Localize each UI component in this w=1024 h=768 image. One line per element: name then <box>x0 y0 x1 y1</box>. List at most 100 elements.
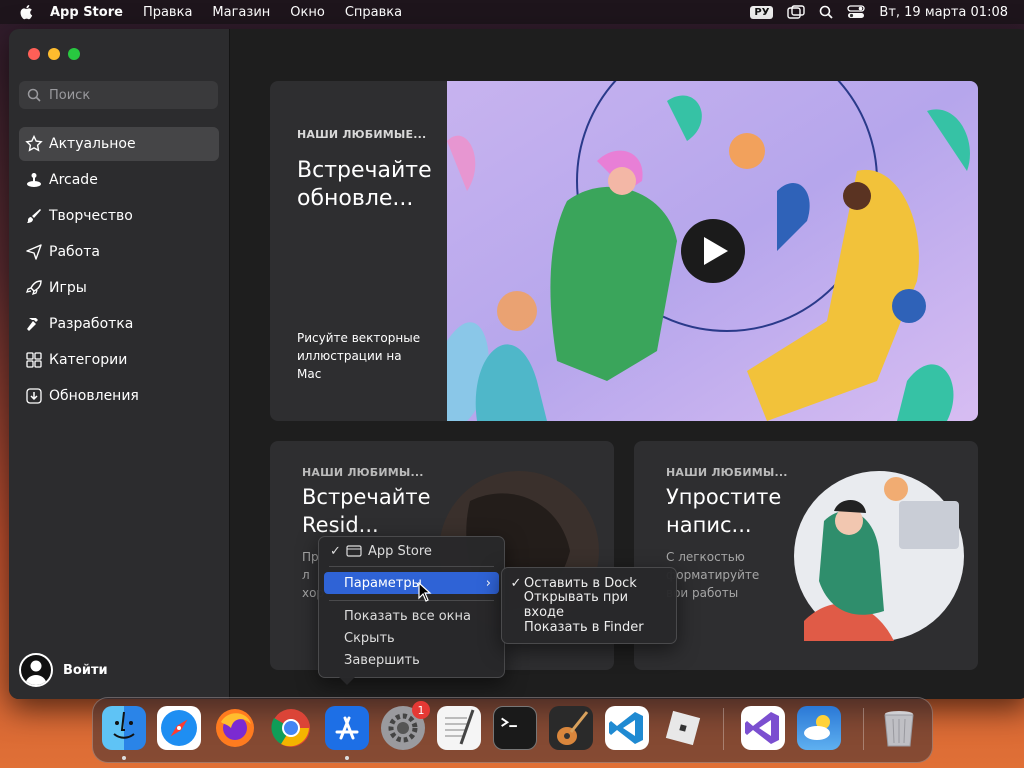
submenu-open-at-login[interactable]: Открывать при входе <box>508 590 670 620</box>
menu-separator <box>329 600 494 601</box>
sidebar-item-arcade[interactable]: Arcade <box>19 163 219 197</box>
hero-eyebrow: НАШИ ЛЮБИМЫЕ... <box>297 128 427 141</box>
sidebar-item-label: Обновления <box>49 388 139 404</box>
terminal-icon <box>501 717 517 728</box>
sidebar-item-categories[interactable]: Категории <box>19 343 219 377</box>
dock-safari[interactable] <box>157 706 201 750</box>
dock-visual-studio[interactable] <box>741 706 785 750</box>
dock-separator <box>723 708 724 750</box>
window-controls <box>28 48 80 60</box>
search-icon <box>27 88 41 102</box>
menu-item-label: Показать в Finder <box>524 619 644 635</box>
card-title: Встречайте Resid... <box>302 485 431 537</box>
apple-logo-icon[interactable] <box>18 3 36 21</box>
guitar-icon <box>557 711 589 745</box>
dock-chrome[interactable] <box>269 706 313 750</box>
menu-item-show-all-windows[interactable]: Показать все окна <box>324 605 499 627</box>
roblox-icon <box>665 710 701 746</box>
dock-garageband[interactable] <box>549 706 593 750</box>
dock-firefox[interactable] <box>213 706 257 750</box>
sign-in-button[interactable]: Войти <box>19 653 108 687</box>
menu-store[interactable]: Магазин <box>212 5 270 20</box>
sign-in-label: Войти <box>63 662 108 678</box>
sidebar-item-label: Arcade <box>49 172 98 188</box>
dock-vscode[interactable] <box>605 706 649 750</box>
close-button[interactable] <box>28 48 40 60</box>
options-submenu: ✓ Оставить в Dock Открывать при входе По… <box>501 567 677 644</box>
finder-face-icon <box>113 711 135 739</box>
sidebar-nav: Актуальное Arcade Творчество Работа Игры… <box>19 127 219 415</box>
hero-title: Встречайте обновле... <box>297 158 432 211</box>
sidebar-item-label: Актуальное <box>49 136 136 152</box>
chrome-icon <box>271 709 310 747</box>
running-indicator <box>345 756 349 760</box>
card-description: С легкостью форматируйте вои работы <box>666 550 760 600</box>
sidebar-item-label: Творчество <box>49 208 133 224</box>
menu-app-name[interactable]: App Store <box>50 5 123 20</box>
sidebar: Поиск Актуальное Arcade Творчество Работ… <box>9 29 230 699</box>
sidebar-item-updates[interactable]: Обновления <box>19 379 219 413</box>
menu-item-app-store[interactable]: ✓ App Store <box>324 540 499 562</box>
spotlight-icon[interactable] <box>819 5 834 19</box>
dock: 1 <box>92 697 933 763</box>
dock-finder[interactable] <box>102 706 146 750</box>
search-placeholder: Поиск <box>49 87 91 103</box>
hammer-icon <box>27 318 38 331</box>
dock-terminal[interactable] <box>493 706 537 750</box>
menu-item-options[interactable]: Параметры › <box>324 572 499 594</box>
brush-icon <box>27 209 41 223</box>
submenu-show-in-finder[interactable]: Показать в Finder <box>508 616 670 638</box>
sidebar-item-develop[interactable]: Разработка <box>19 307 219 341</box>
notification-badge: 1 <box>412 701 430 719</box>
sidebar-item-label: Игры <box>49 280 87 296</box>
window-icon <box>346 545 362 557</box>
menu-window[interactable]: Окно <box>290 5 325 20</box>
dock-trash[interactable] <box>877 706 921 750</box>
card-title: Упростите напис... <box>666 485 782 537</box>
textedit-icon <box>445 709 475 745</box>
user-silhouette-icon <box>25 660 47 685</box>
dock-system-settings[interactable]: 1 <box>381 701 430 750</box>
dock-separator <box>863 708 864 750</box>
window-switcher-icon[interactable] <box>787 5 806 19</box>
sidebar-item-work[interactable]: Работа <box>19 235 219 269</box>
control-center-icon[interactable] <box>847 5 866 19</box>
menu-item-hide[interactable]: Скрыть <box>324 627 499 649</box>
featured-card-writing[interactable]: НАШИ ЛЮБИМЫ... Упростите напис... С легк… <box>634 441 978 670</box>
joystick-icon <box>27 173 41 187</box>
menu-item-label: Завершить <box>344 652 420 668</box>
sidebar-item-label: Работа <box>49 244 100 260</box>
featured-hero-card[interactable]: НАШИ ЛЮБИМЫЕ... Встречайте обновле... Ри… <box>270 81 978 421</box>
star-icon <box>25 135 43 152</box>
vscode-icon <box>609 712 643 744</box>
checkmark-icon: ✓ <box>510 575 522 591</box>
hero-description: Рисуйте векторные иллюстрации на Mac <box>297 331 421 381</box>
menubar-clock[interactable]: Вт, 19 марта 01:08 <box>879 5 1008 20</box>
download-icon <box>26 388 42 404</box>
card-eyebrow: НАШИ ЛЮБИМЫ... <box>302 466 424 479</box>
dock-roblox[interactable] <box>661 706 705 750</box>
menu-separator <box>329 566 494 567</box>
menu-item-quit[interactable]: Завершить <box>324 649 499 671</box>
menu-help[interactable]: Справка <box>345 5 402 20</box>
menu-item-label: Скрыть <box>344 630 395 646</box>
menu-item-label: Показать все окна <box>344 608 472 624</box>
dock-weather[interactable] <box>797 706 841 750</box>
grid-icon <box>26 352 42 368</box>
sidebar-item-create[interactable]: Творчество <box>19 199 219 233</box>
dock-textedit[interactable] <box>437 706 481 750</box>
chevron-right-icon: › <box>485 575 491 591</box>
zoom-button[interactable] <box>68 48 80 60</box>
menu-bar: App Store Правка Магазин Окно Справка РУ… <box>0 0 1024 24</box>
sidebar-item-discover[interactable]: Актуальное <box>19 127 219 161</box>
dock-app-store[interactable] <box>325 706 369 750</box>
menu-edit[interactable]: Правка <box>143 5 192 20</box>
menu-item-label: App Store <box>368 543 432 559</box>
trash-icon <box>884 711 914 747</box>
menu-item-label: Параметры <box>344 575 422 591</box>
minimize-button[interactable] <box>48 48 60 60</box>
mouse-cursor-icon <box>418 582 432 602</box>
search-field[interactable]: Поиск <box>19 81 218 109</box>
input-source-indicator[interactable]: РУ <box>750 5 774 19</box>
sidebar-item-games[interactable]: Игры <box>19 271 219 305</box>
